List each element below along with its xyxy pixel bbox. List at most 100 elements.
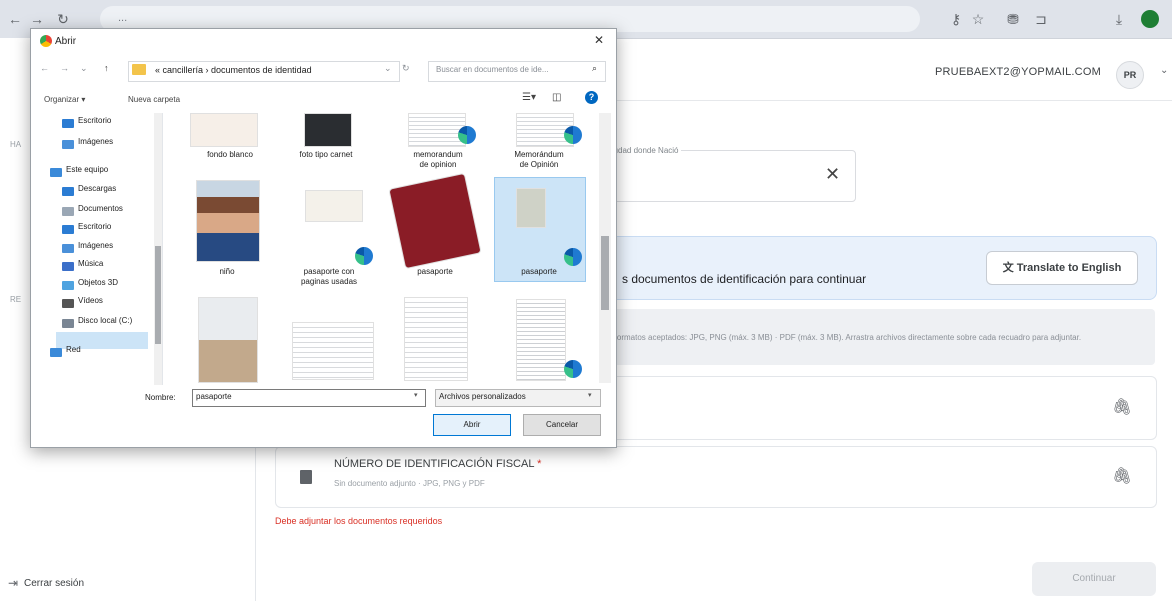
url-text: ... xyxy=(118,12,128,24)
dialog-title: Abrir xyxy=(55,36,77,47)
file-thumbnail[interactable] xyxy=(305,190,363,222)
continue-button[interactable]: Continuar xyxy=(1032,562,1156,596)
nav-item[interactable]: Disco local (C:) xyxy=(78,316,132,325)
nav-item-icon xyxy=(50,168,62,177)
forward-icon[interactable]: → xyxy=(60,63,69,73)
nav-item[interactable]: Red xyxy=(66,345,81,354)
nav-item-icon xyxy=(62,319,74,328)
document-icon xyxy=(300,470,312,484)
refresh-icon[interactable]: ↻ xyxy=(402,63,410,74)
translate-button[interactable]: 文 Translate to English xyxy=(986,251,1138,285)
nav-item[interactable]: Imágenes xyxy=(78,241,113,250)
chevron-down-icon[interactable]: ⌄ xyxy=(1160,65,1168,76)
puzzle-icon[interactable]: ⊐ xyxy=(1032,10,1050,28)
sidebar-mark: HA xyxy=(10,140,22,149)
file-label[interactable]: memorandum xyxy=(395,150,481,160)
file-thumbnail[interactable] xyxy=(196,180,260,262)
nav-item-icon xyxy=(62,187,74,196)
new-folder-button[interactable]: Nueva carpeta xyxy=(128,95,180,104)
nav-item-icon xyxy=(62,140,74,149)
nav-item-icon xyxy=(62,119,74,128)
nav-item[interactable]: Objetos 3D xyxy=(78,278,118,287)
translate-icon: 文 xyxy=(1002,262,1014,274)
breadcrumb[interactable]: « cancillería › documentos de identidad xyxy=(155,65,312,75)
file-type-value[interactable]: Archivos personalizados xyxy=(439,392,526,401)
paperclip-icon[interactable]: 🖇 xyxy=(1112,397,1132,417)
edge-icon xyxy=(564,126,582,144)
file-label[interactable]: niño xyxy=(184,267,270,277)
file-label-line2[interactable]: de opinion xyxy=(395,160,481,170)
up-icon[interactable]: ↑ xyxy=(104,63,109,73)
extension-icon[interactable]: ⛃ xyxy=(1004,10,1022,28)
nav-item[interactable]: Este equipo xyxy=(66,165,108,174)
preview-pane-icon[interactable]: ◫ xyxy=(552,92,561,103)
view-icon[interactable]: ☰▾ xyxy=(522,92,536,103)
avatar[interactable]: PR xyxy=(1116,61,1144,89)
file-label[interactable]: Memorándum xyxy=(496,150,582,160)
files-scrollbar-thumb[interactable] xyxy=(601,236,609,310)
nav-item-icon xyxy=(62,244,74,253)
file-thumbnail[interactable] xyxy=(190,113,258,147)
back-icon[interactable]: ← xyxy=(40,63,49,73)
edge-icon xyxy=(355,247,373,265)
chevron-down-icon[interactable]: ▾ xyxy=(414,391,418,399)
download-icon[interactable]: ⤓ xyxy=(1110,10,1128,28)
city-field[interactable] xyxy=(592,150,856,202)
nav-item[interactable]: Escritorio xyxy=(78,116,111,125)
help-icon[interactable]: ? xyxy=(585,91,598,104)
folder-icon xyxy=(132,64,146,75)
nav-item-icon xyxy=(62,281,74,290)
file-thumbnail[interactable] xyxy=(516,188,546,228)
chevron-down-icon[interactable]: ▾ xyxy=(588,391,592,399)
document-card xyxy=(275,446,1157,508)
file-label[interactable]: fondo blanco xyxy=(187,150,273,160)
required-mark: * xyxy=(537,458,542,470)
banner-text: s documentos de identificación para cont… xyxy=(622,272,867,286)
file-thumbnail[interactable] xyxy=(304,113,352,147)
edge-icon xyxy=(564,360,582,378)
filename-value[interactable]: pasaporte xyxy=(196,392,232,401)
file-label[interactable]: pasaporte xyxy=(496,267,582,277)
search-placeholder: Buscar en documentos de ide... xyxy=(436,65,549,74)
file-label-line2[interactable]: paginas usadas xyxy=(286,277,372,287)
back-icon[interactable]: ← xyxy=(6,10,24,28)
nav-item[interactable]: Vídeos xyxy=(78,296,103,305)
nav-item-icon xyxy=(62,225,74,234)
file-thumbnail[interactable] xyxy=(408,113,466,147)
edge-icon xyxy=(458,126,476,144)
nav-item[interactable]: Documentos xyxy=(78,204,123,213)
reload-icon[interactable]: ↻ xyxy=(54,10,72,28)
open-button[interactable]: Abrir xyxy=(433,414,511,436)
file-thumbnail[interactable] xyxy=(198,297,258,383)
nav-scrollbar-thumb[interactable] xyxy=(155,246,161,344)
logout-link[interactable]: Cerrar sesión xyxy=(24,578,84,589)
nav-item[interactable]: Descargas xyxy=(78,184,116,193)
forward-icon[interactable]: → xyxy=(28,10,46,28)
close-icon[interactable]: ✕ xyxy=(594,33,604,47)
nav-item[interactable]: Imágenes xyxy=(78,137,113,146)
file-thumbnail[interactable] xyxy=(404,297,468,381)
chevron-down-icon[interactable]: ⌄ xyxy=(384,63,392,74)
file-label[interactable]: foto tipo carnet xyxy=(283,150,369,160)
file-thumbnail[interactable] xyxy=(516,299,566,381)
key-icon[interactable]: ⚷ xyxy=(947,10,965,28)
cancel-button[interactable]: Cancelar xyxy=(523,414,601,436)
clear-icon[interactable]: ✕ xyxy=(825,164,840,185)
file-thumbnail[interactable] xyxy=(388,172,482,270)
format-info-text: Formatos aceptados: JPG, PNG (máx. 3 MB)… xyxy=(612,333,1082,342)
logout-icon[interactable]: ⇥ xyxy=(8,576,18,590)
star-icon[interactable]: ☆ xyxy=(969,10,987,28)
file-label-line2[interactable]: de Opinión xyxy=(496,160,582,170)
organize-button[interactable]: Organizar ▾ xyxy=(44,95,85,104)
edge-icon xyxy=(564,248,582,266)
nav-item[interactable]: Música xyxy=(78,259,103,268)
nav-item[interactable]: Escritorio xyxy=(78,222,111,231)
chevron-down-icon[interactable]: ⌄ xyxy=(80,63,88,74)
search-icon: ⌕ xyxy=(592,63,598,73)
file-label[interactable]: pasaporte xyxy=(392,267,478,277)
file-label[interactable]: pasaporte con xyxy=(286,267,372,277)
paperclip-icon[interactable]: 🖇 xyxy=(1112,466,1132,486)
profile-icon[interactable] xyxy=(1141,10,1159,28)
translate-label: Translate to English xyxy=(1016,262,1122,274)
file-thumbnail[interactable] xyxy=(292,322,374,380)
